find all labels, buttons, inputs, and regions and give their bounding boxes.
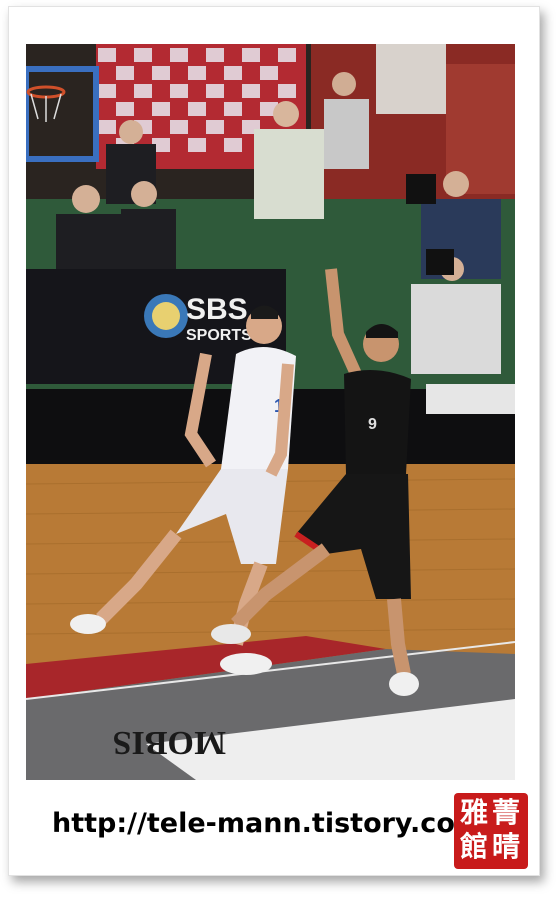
red-seal-stamp: 雅 菁 館 晴	[454, 793, 528, 869]
svg-text:9: 9	[368, 416, 377, 433]
svg-text:MOBIS: MOBIS	[113, 724, 226, 761]
svg-text:SBS: SBS	[186, 293, 248, 326]
seal-glyph: 菁	[492, 796, 521, 829]
seal-glyph: 雅	[460, 796, 489, 829]
seal-glyph: 晴	[492, 830, 521, 863]
basketball-photo: SBS SPORTS MOBIS 1 9	[26, 44, 515, 780]
svg-text:SPORTS: SPORTS	[186, 327, 252, 344]
watermark-url: http://tele-mann.tistory.com	[52, 808, 483, 839]
seal-glyph: 館	[460, 830, 489, 863]
